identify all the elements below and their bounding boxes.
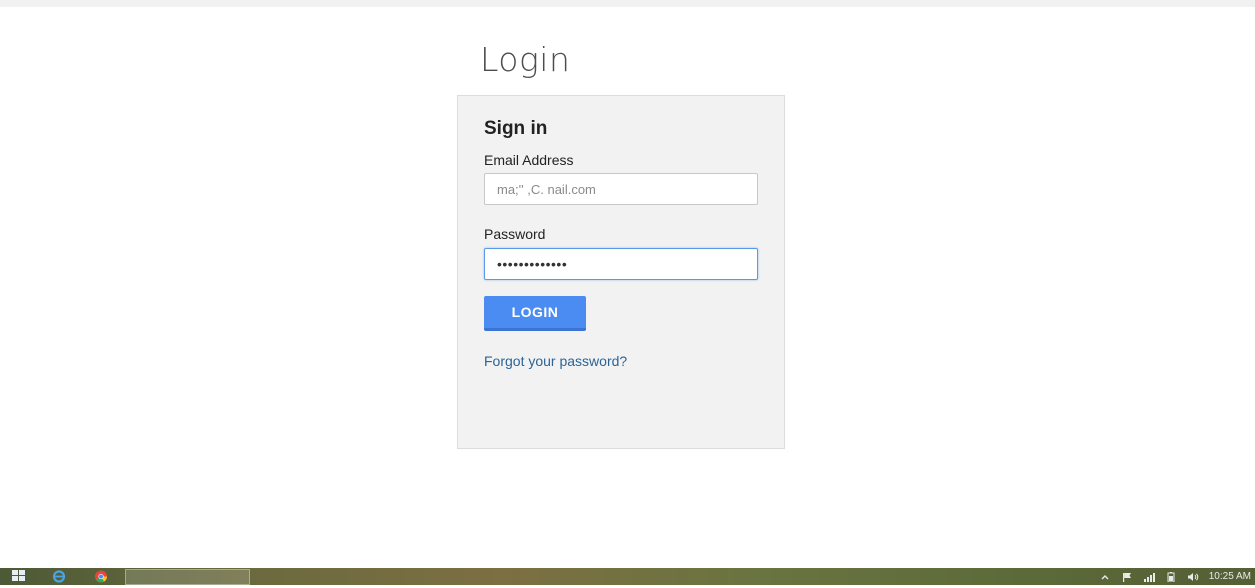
password-label: Password [484,226,546,242]
chrome-icon[interactable] [94,570,108,583]
email-label: Email Address [484,152,574,168]
battery-icon[interactable] [1165,571,1177,582]
signin-panel: Sign in Email Address Password LOGIN For… [457,95,785,449]
signin-title: Sign in [484,118,548,139]
flag-icon[interactable] [1121,572,1133,582]
system-tray: 10:25 AM [1099,568,1255,585]
volume-icon[interactable] [1187,572,1199,582]
login-button[interactable]: LOGIN [484,296,586,331]
taskbar-window-button[interactable] [125,569,250,585]
windows-start-icon[interactable] [12,570,26,583]
show-hidden-icon[interactable] [1099,572,1111,582]
password-field[interactable] [484,248,758,280]
taskbar: 10:25 AM [0,568,1255,585]
internet-explorer-icon[interactable] [52,570,66,583]
top-strip [0,0,1255,7]
email-field[interactable] [484,173,758,205]
network-icon[interactable] [1143,572,1155,582]
taskbar-clock[interactable]: 10:25 AM [1209,571,1251,582]
forgot-password-link[interactable]: Forgot your password? [484,353,627,369]
page-title: Login [480,40,571,79]
